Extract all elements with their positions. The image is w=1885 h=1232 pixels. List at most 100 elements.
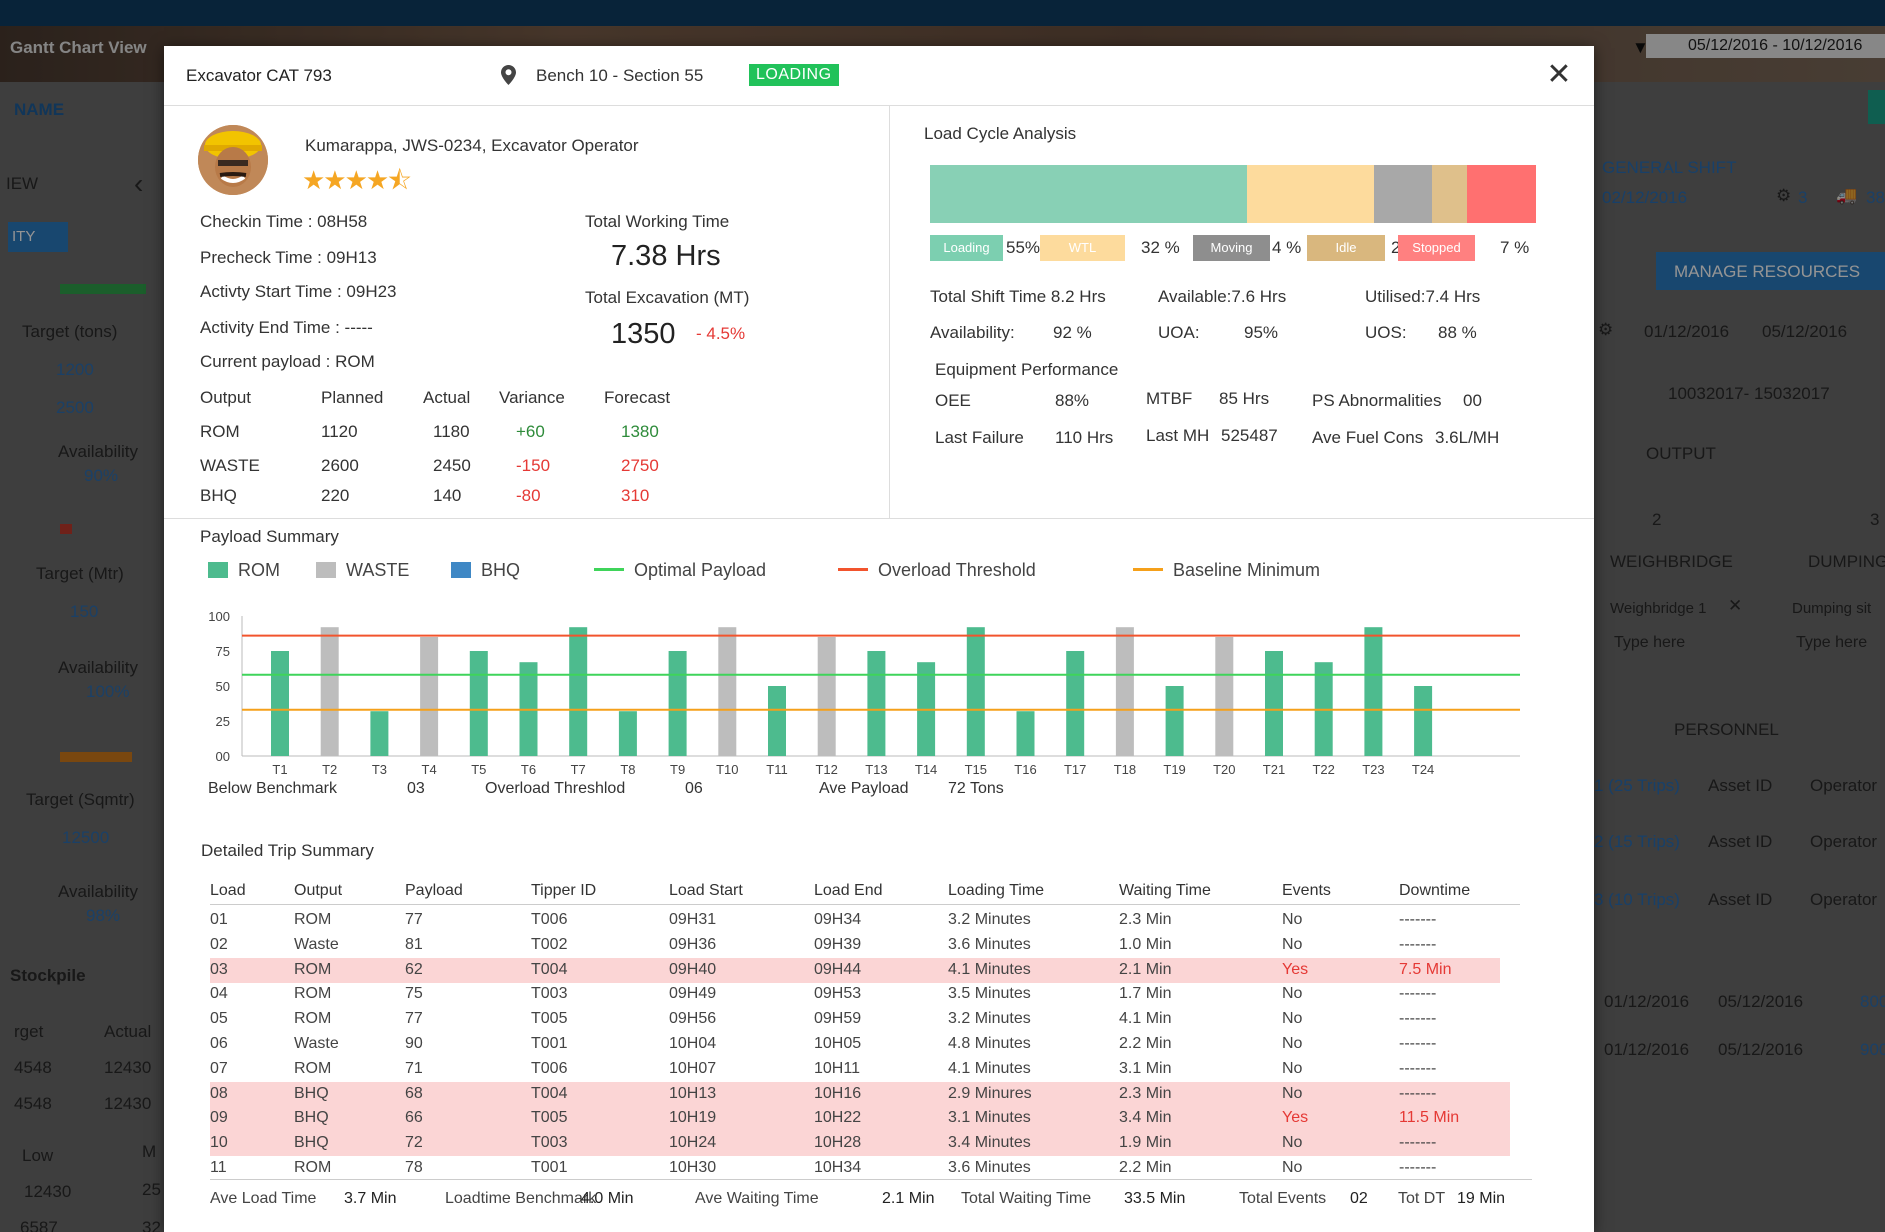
- table-cell: 72: [405, 1134, 423, 1152]
- table-cell: 10H19: [669, 1109, 717, 1127]
- ave-payload-label: Ave Payload: [819, 780, 909, 797]
- table-header-cell: Tipper ID: [531, 882, 597, 899]
- table-cell: BHQ: [294, 1109, 329, 1127]
- table-cell: 66: [405, 1109, 423, 1127]
- table-cell: 3.2 Minutes: [948, 1010, 1031, 1028]
- table-row[interactable]: 04 ROM 75 T003 09H49 09H53 3.5 Minutes 1.7 Min N…: [210, 982, 1532, 1007]
- table-cell: 09H59: [814, 1010, 862, 1028]
- overload-threshold-value: 06: [685, 780, 703, 797]
- table-row[interactable]: 05 ROM 77 T005 09H56 09H59 3.2 Minutes 4.1 Min N…: [210, 1007, 1532, 1032]
- table-cell: No: [1282, 1010, 1303, 1028]
- table-cell: 77: [405, 1010, 423, 1028]
- bar-t5: [469, 651, 488, 756]
- bar-t20: [1215, 637, 1234, 756]
- table-cell: 4.1 Min: [1119, 1010, 1172, 1028]
- table-cell: BHQ: [294, 1084, 329, 1102]
- table-cell: 3.6 Minutes: [948, 1159, 1031, 1176]
- bar-t13: [867, 651, 886, 756]
- table-row[interactable]: 10 BHQ 72 T003 10H24 10H28 3.4 Minutes 1.9 Min N…: [210, 1131, 1510, 1157]
- table-row[interactable]: 06 Waste 90 T001 10H04 10H05 4.8 Minutes 2.2 Mi…: [210, 1032, 1532, 1057]
- table-cell: 2.1 Min: [1119, 960, 1172, 978]
- table-cell: 3.4 Minutes: [948, 1134, 1031, 1152]
- table-cell: 11.5 Min: [1399, 1109, 1460, 1127]
- x-tick-label: T18: [1114, 762, 1136, 777]
- table-row[interactable]: 07 ROM 71 T006 10H07 10H11 4.1 Minutes 3.1 Min N…: [210, 1057, 1532, 1082]
- x-tick-label: T2: [322, 762, 337, 777]
- x-tick-label: T21: [1263, 762, 1285, 777]
- table-cell: 7.5 Min: [1399, 960, 1452, 978]
- bar-t18: [1115, 627, 1134, 756]
- table-cell: 09H49: [669, 985, 717, 1003]
- table-cell: 2.2 Min: [1119, 1035, 1172, 1052]
- table-row[interactable]: 08 BHQ 68 T004 10H13 10H16 2.9 Minures 2.3 Min N…: [210, 1081, 1510, 1107]
- table-row[interactable]: 02 Waste 81 T002 09H36 09H39 3.6 Minutes 1.0 Mi…: [210, 933, 1532, 958]
- table-cell: 09H36: [669, 935, 717, 953]
- table-cell: ROM: [294, 1010, 332, 1028]
- table-cell: 2.2 Min: [1119, 1159, 1172, 1176]
- table-cell: 77: [405, 911, 423, 928]
- bar-t11: [768, 686, 786, 756]
- table-cell: T004: [531, 1084, 568, 1102]
- table-cell: 3.5 Minutes: [948, 985, 1031, 1003]
- table-header-cell: Loading Time: [948, 882, 1045, 899]
- table-cell: Waste: [294, 1035, 339, 1052]
- table-cell: 1.0 Min: [1119, 935, 1172, 953]
- table-cell: 10H30: [669, 1159, 717, 1176]
- table-cell: -------: [1399, 935, 1437, 953]
- table-cell: T003: [531, 1134, 568, 1152]
- x-tick-label: T15: [965, 762, 987, 777]
- table-cell: 10H34: [814, 1159, 862, 1176]
- table-header-cell: Events: [1282, 882, 1331, 899]
- x-tick-label: T3: [372, 762, 387, 777]
- table-row[interactable]: 11 ROM 78 T001 10H30 10H34 3.6 Minutes 2.2 Min N…: [210, 1156, 1532, 1181]
- x-tick-label: T19: [1163, 762, 1185, 777]
- x-tick-label: T17: [1064, 762, 1086, 777]
- table-cell: ROM: [294, 985, 332, 1003]
- table-row[interactable]: 09 BHQ 66 T005 10H19 10H22 3.1 Minutes 3.4 Min Y…: [210, 1106, 1510, 1132]
- table-cell: No: [1282, 1159, 1303, 1176]
- bar-t8: [618, 711, 637, 756]
- table-cell: 09: [210, 1109, 228, 1127]
- y-tick-label: 75: [216, 644, 230, 659]
- table-row[interactable]: 03 ROM 62 T004 09H40 09H44 4.1 Minutes 2.1 Min Y…: [210, 957, 1500, 983]
- footer-value: 02: [1350, 1190, 1368, 1207]
- table-cell: -------: [1399, 985, 1437, 1003]
- table-cell: -------: [1399, 1084, 1437, 1102]
- x-tick-label: T9: [670, 762, 685, 777]
- bar-t21: [1265, 651, 1283, 756]
- table-cell: 62: [405, 960, 423, 978]
- table-cell: -------: [1399, 1035, 1437, 1052]
- table-cell: No: [1282, 1035, 1303, 1052]
- footer-value: 4.0 Min: [581, 1190, 634, 1207]
- bar-t3: [370, 711, 389, 756]
- ave-payload-value: 72 Tons: [948, 780, 1004, 797]
- table-cell: -------: [1399, 1010, 1437, 1028]
- footer-label: Total Waiting Time: [961, 1190, 1092, 1207]
- payload-chart: 00 25 50 75 100 T1 T2 T3 T4 T5 T6 T7 T8 T9 T10 T11 T12 T1…: [208, 609, 1520, 777]
- table-cell: ROM: [294, 911, 332, 928]
- table-cell: 2.9 Minures: [948, 1084, 1032, 1102]
- table-cell: No: [1282, 985, 1303, 1003]
- table-cell: 2.3 Min: [1119, 911, 1172, 928]
- bar-t24: [1414, 686, 1433, 756]
- table-cell: 03: [210, 960, 228, 978]
- table-cell: 3.1 Min: [1119, 1059, 1172, 1077]
- footer-label: Loadtime Benchmark: [445, 1190, 597, 1207]
- x-tick-label: T16: [1014, 762, 1036, 777]
- table-cell: 10H07: [669, 1059, 717, 1077]
- table-header-cell: Load Start: [669, 882, 743, 899]
- table-cell: 05: [210, 1010, 228, 1028]
- table-header-cell: Load: [210, 882, 246, 899]
- table-cell: BHQ: [294, 1134, 329, 1152]
- y-tick-label: 00: [216, 749, 230, 764]
- y-tick-label: 50: [216, 679, 230, 694]
- bar-t2: [320, 627, 339, 756]
- table-cell: 68: [405, 1084, 423, 1102]
- x-tick-label: T13: [865, 762, 887, 777]
- table-row[interactable]: 01 ROM 77 T006 09H31 09H34 3.2 Minutes 2.3 Min N…: [210, 908, 1532, 933]
- table-cell: 2.3 Min: [1119, 1084, 1172, 1102]
- table-cell: 3.2 Minutes: [948, 911, 1031, 928]
- table-cell: 04: [210, 985, 228, 1003]
- table-cell: T005: [531, 1010, 568, 1028]
- y-tick-label: 100: [208, 609, 230, 624]
